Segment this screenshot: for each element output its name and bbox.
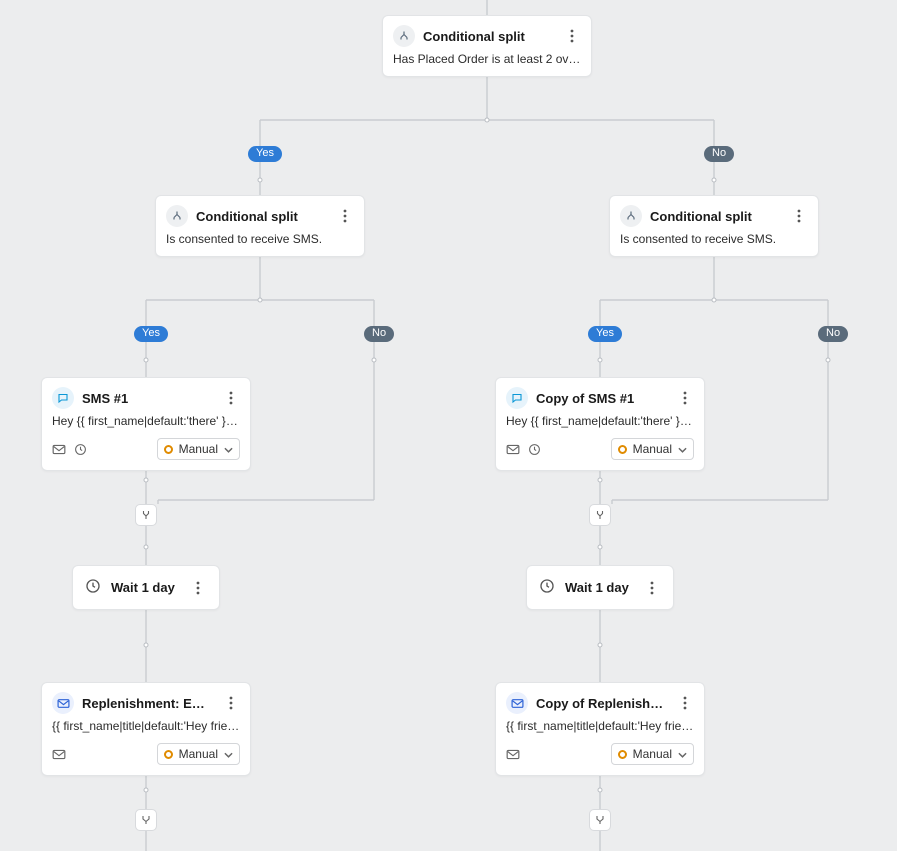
connector-dot <box>258 178 263 183</box>
chevron-down-icon <box>678 442 687 456</box>
connector-dot <box>258 298 263 303</box>
node-title: Conditional split <box>650 209 782 224</box>
status-dot-icon <box>618 750 627 759</box>
clock-icon <box>539 578 555 597</box>
send-mode-label: Manual <box>633 747 672 761</box>
more-menu-button[interactable] <box>563 27 581 45</box>
envelope-icon <box>52 749 66 760</box>
email-icon <box>52 692 74 714</box>
node-conditional-split-right[interactable]: Conditional split Is consented to receiv… <box>609 195 819 257</box>
merge-node[interactable] <box>589 809 611 831</box>
merge-node[interactable] <box>135 809 157 831</box>
sms-icon <box>52 387 74 409</box>
branch-label-yes: Yes <box>588 326 622 342</box>
send-mode-dropdown[interactable]: Manual <box>611 743 694 765</box>
connector-dot <box>144 478 149 483</box>
connector-dot <box>712 298 717 303</box>
merge-node[interactable] <box>135 504 157 526</box>
branch-label-no: No <box>704 146 734 162</box>
more-menu-button[interactable] <box>676 694 694 712</box>
send-mode-label: Manual <box>633 442 672 456</box>
node-description: Hey {{ first_name|default:'there' }}, it… <box>42 414 250 438</box>
node-description: {{ first_name|title|default:'Hey friend'… <box>42 719 250 743</box>
more-menu-button[interactable] <box>189 579 207 597</box>
connector-dot <box>144 643 149 648</box>
connector-dot <box>485 118 490 123</box>
split-icon <box>620 205 642 227</box>
branch-label-yes: Yes <box>134 326 168 342</box>
chevron-down-icon <box>224 747 233 761</box>
split-icon <box>393 25 415 47</box>
node-title: SMS #1 <box>82 391 214 406</box>
email-icon <box>506 692 528 714</box>
node-description: Has Placed Order is at least 2 over all … <box>383 52 591 76</box>
chevron-down-icon <box>678 747 687 761</box>
node-conditional-split-root[interactable]: Conditional split Has Placed Order is at… <box>382 15 592 77</box>
connector-dot <box>598 545 603 550</box>
status-dot-icon <box>618 445 627 454</box>
node-email-left[interactable]: Replenishment: Email #1 {{ first_name|ti… <box>41 682 251 776</box>
more-menu-button[interactable] <box>336 207 354 225</box>
sms-icon <box>506 387 528 409</box>
node-sms-right[interactable]: Copy of SMS #1 Hey {{ first_name|default… <box>495 377 705 471</box>
node-description: {{ first_name|title|default:'Hey friend'… <box>496 719 704 743</box>
chevron-down-icon <box>224 442 233 456</box>
connector-dot <box>144 545 149 550</box>
split-icon <box>166 205 188 227</box>
envelope-icon <box>506 749 520 760</box>
send-mode-label: Manual <box>179 747 218 761</box>
send-mode-dropdown[interactable]: Manual <box>611 438 694 460</box>
node-conditional-split-left[interactable]: Conditional split Is consented to receiv… <box>155 195 365 257</box>
connector-dot <box>144 358 149 363</box>
branch-label-no: No <box>818 326 848 342</box>
node-title: Copy of Replenishment: Em... <box>536 696 668 711</box>
quiet-hours-icon <box>528 443 541 456</box>
more-menu-button[interactable] <box>790 207 808 225</box>
envelope-icon <box>52 444 66 455</box>
more-menu-button[interactable] <box>643 579 661 597</box>
node-title: Conditional split <box>423 29 555 44</box>
clock-icon <box>85 578 101 597</box>
node-title: Wait 1 day <box>111 580 179 595</box>
connector-dot <box>372 358 377 363</box>
node-description: Hey {{ first_name|default:'there' }}, it… <box>496 414 704 438</box>
node-wait-right[interactable]: Wait 1 day <box>526 565 674 610</box>
merge-node[interactable] <box>589 504 611 526</box>
send-mode-dropdown[interactable]: Manual <box>157 438 240 460</box>
node-title: Copy of SMS #1 <box>536 391 668 406</box>
node-sms-left[interactable]: SMS #1 Hey {{ first_name|default:'there'… <box>41 377 251 471</box>
node-title: Replenishment: Email #1 <box>82 696 214 711</box>
connector-dot <box>598 788 603 793</box>
connector-dot <box>598 358 603 363</box>
more-menu-button[interactable] <box>222 694 240 712</box>
node-description: Is consented to receive SMS. <box>156 232 364 256</box>
quiet-hours-icon <box>74 443 87 456</box>
send-mode-dropdown[interactable]: Manual <box>157 743 240 765</box>
status-dot-icon <box>164 445 173 454</box>
node-wait-left[interactable]: Wait 1 day <box>72 565 220 610</box>
node-title: Conditional split <box>196 209 328 224</box>
more-menu-button[interactable] <box>222 389 240 407</box>
connector-dot <box>712 178 717 183</box>
branch-label-yes: Yes <box>248 146 282 162</box>
status-dot-icon <box>164 750 173 759</box>
branch-label-no: No <box>364 326 394 342</box>
node-email-right[interactable]: Copy of Replenishment: Em... {{ first_na… <box>495 682 705 776</box>
connector-dot <box>826 358 831 363</box>
connector-dot <box>598 478 603 483</box>
node-title: Wait 1 day <box>565 580 633 595</box>
more-menu-button[interactable] <box>676 389 694 407</box>
envelope-icon <box>506 444 520 455</box>
connector-dot <box>598 643 603 648</box>
connector-dot <box>144 788 149 793</box>
send-mode-label: Manual <box>179 442 218 456</box>
node-description: Is consented to receive SMS. <box>610 232 818 256</box>
